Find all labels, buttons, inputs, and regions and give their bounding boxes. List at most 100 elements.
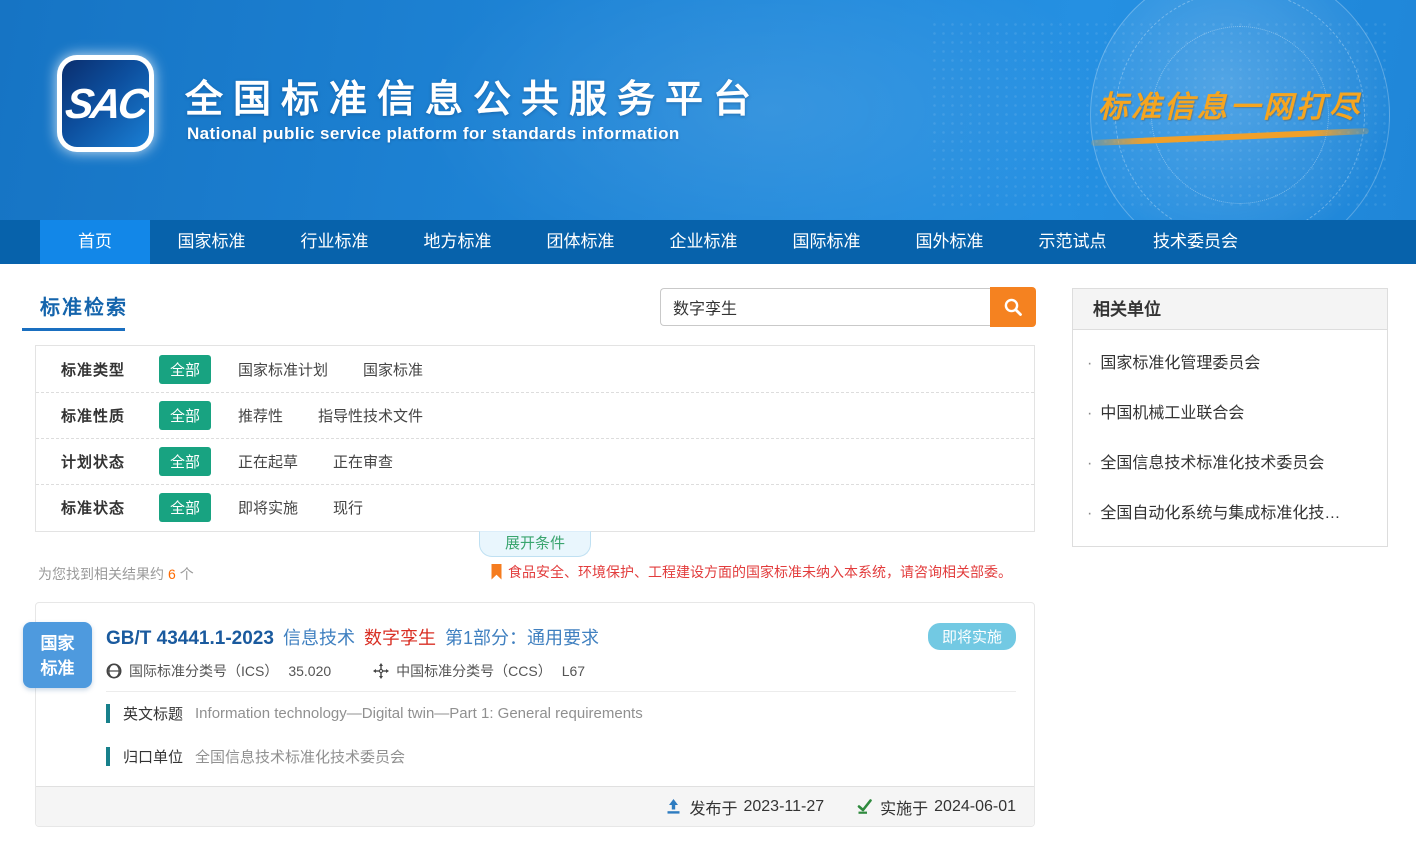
related-units-title: 相关单位 bbox=[1073, 289, 1387, 330]
nav-item-technical-committees[interactable]: 技术委员会 bbox=[1134, 220, 1257, 264]
published-date-group: 发布于 2023-11-27 bbox=[665, 795, 824, 819]
card-footer: 发布于 2023-11-27 实施于 2024-06-01 bbox=[36, 786, 1034, 826]
nav-item-home[interactable]: 首页 bbox=[40, 220, 150, 264]
site-subtitle: National public service platform for sta… bbox=[187, 124, 680, 144]
ics-label: 国际标准分类号（ICS） bbox=[129, 661, 278, 681]
nav-item-local-standards[interactable]: 地方标准 bbox=[396, 220, 519, 264]
result-count: 6 bbox=[168, 566, 176, 582]
globe-icon bbox=[106, 663, 122, 679]
search-input[interactable] bbox=[660, 288, 990, 326]
filter-option[interactable]: 现行 bbox=[333, 497, 363, 518]
implemented-date: 2024-06-01 bbox=[934, 798, 1016, 816]
page-title-underline bbox=[22, 328, 125, 331]
classification-row: 国际标准分类号（ICS） 35.020 中国标准分类号（CCS） L67 bbox=[106, 661, 585, 681]
ics-value: 35.020 bbox=[288, 663, 331, 679]
implement-check-icon bbox=[856, 798, 873, 815]
published-date: 2023-11-27 bbox=[743, 798, 824, 816]
sidebar-item-automation-committee[interactable]: · 全国自动化系统与集成标准化技… bbox=[1073, 486, 1387, 536]
sidebar-item-label: 中国机械工业联合会 bbox=[1100, 405, 1244, 422]
filter-option[interactable]: 正在起草 bbox=[238, 451, 298, 472]
search-icon bbox=[1002, 296, 1024, 318]
implemented-label: 实施于 bbox=[880, 795, 928, 819]
main-nav: 首页 国家标准 行业标准 地方标准 团体标准 企业标准 国际标准 国外标准 示范… bbox=[0, 220, 1416, 264]
ccs-value: L67 bbox=[562, 663, 585, 679]
standard-title-link[interactable]: GB/T 43441.1-2023 信息技术 数字孪生 第1部分：通用要求 bbox=[106, 624, 599, 650]
result-card: 国家 标准 即将实施 GB/T 43441.1-2023 信息技术 数字孪生 第… bbox=[35, 602, 1035, 827]
nav-item-label: 行业标准 bbox=[301, 232, 369, 251]
filter-all-badge[interactable]: 全部 bbox=[159, 447, 211, 476]
nav-item-label: 企业标准 bbox=[670, 232, 738, 251]
bookmark-icon bbox=[491, 564, 502, 580]
expand-conditions-button[interactable]: 展开条件 bbox=[479, 531, 591, 557]
filter-label: 标准性质 bbox=[61, 405, 159, 426]
filter-option[interactable]: 正在审查 bbox=[333, 451, 393, 472]
nav-item-enterprise-standards[interactable]: 企业标准 bbox=[642, 220, 765, 264]
bullet-icon: · bbox=[1087, 505, 1092, 522]
filter-option[interactable]: 推荐性 bbox=[238, 405, 283, 426]
search-button[interactable] bbox=[990, 287, 1036, 327]
sidebar-item-label: 全国信息技术标准化技术委员会 bbox=[1100, 455, 1324, 472]
filter-option[interactable]: 国家标准 bbox=[363, 359, 423, 380]
site-header: SAC 全国标准信息公共服务平台 National public service… bbox=[0, 0, 1416, 220]
filter-all-badge[interactable]: 全部 bbox=[159, 493, 211, 522]
filter-row-standard-type: 标准类型 全部 国家标准计划 国家标准 bbox=[36, 346, 1034, 392]
result-summary-suffix: 个 bbox=[180, 566, 194, 582]
sidebar-item-sac-committee[interactable]: · 国家标准化管理委员会 bbox=[1073, 336, 1387, 386]
sac-logo-inner: SAC bbox=[62, 60, 149, 147]
nav-item-industry-standards[interactable]: 行业标准 bbox=[273, 220, 396, 264]
filter-option[interactable]: 国家标准计划 bbox=[238, 359, 328, 380]
filter-row-standard-nature: 标准性质 全部 推荐性 指导性技术文件 bbox=[36, 392, 1034, 438]
standard-title-highlight: 数字孪生 bbox=[364, 624, 436, 650]
sidebar-item-it-standardization-committee[interactable]: · 全国信息技术标准化技术委员会 bbox=[1073, 436, 1387, 486]
nav-item-label: 示范试点 bbox=[1039, 232, 1107, 251]
notice-text: 食品安全、环境保护、工程建设方面的国家标准未纳入本系统，请咨询相关部委。 bbox=[508, 562, 1012, 582]
nav-item-label: 技术委员会 bbox=[1153, 232, 1238, 251]
status-badge: 即将实施 bbox=[928, 623, 1016, 650]
type-badge-line1: 国家 bbox=[23, 631, 92, 656]
nav-item-label: 国外标准 bbox=[916, 232, 984, 251]
bullet-icon: · bbox=[1087, 355, 1092, 372]
sidebar-item-label: 全国自动化系统与集成标准化技… bbox=[1100, 505, 1340, 522]
nav-item-foreign-standards[interactable]: 国外标准 bbox=[888, 220, 1011, 264]
filter-option[interactable]: 即将实施 bbox=[238, 497, 298, 518]
standard-code: GB/T 43441.1-2023 bbox=[106, 628, 274, 650]
result-summary: 为您找到相关结果约6个 bbox=[38, 564, 194, 584]
standard-type-badge[interactable]: 国家 标准 bbox=[23, 622, 92, 688]
nav-item-national-standards[interactable]: 国家标准 bbox=[150, 220, 273, 264]
page: SAC 全国标准信息公共服务平台 National public service… bbox=[0, 0, 1416, 845]
committee-value: 全国信息技术标准化技术委员会 bbox=[195, 746, 405, 767]
related-units-panel: 相关单位 ·国家标准化管理委员会 ·中国机械工业联合会 ·全国信息技术标准化技术… bbox=[1072, 288, 1388, 547]
english-title-value: Information technology—Digital twin—Part… bbox=[195, 705, 643, 722]
publish-upload-icon bbox=[665, 798, 682, 815]
nav-item-label: 地方标准 bbox=[424, 232, 492, 251]
filter-box: 标准类型 全部 国家标准计划 国家标准 标准性质 全部 推荐性 指导性技术文件 … bbox=[35, 345, 1035, 532]
nav-item-label: 团体标准 bbox=[547, 232, 615, 251]
nav-item-pilot[interactable]: 示范试点 bbox=[1011, 220, 1134, 264]
filter-label: 标准状态 bbox=[61, 497, 159, 518]
filter-label: 计划状态 bbox=[61, 451, 159, 472]
page-title: 标准检索 bbox=[40, 291, 128, 320]
result-summary-prefix: 为您找到相关结果约 bbox=[38, 566, 164, 582]
system-notice: 食品安全、环境保护、工程建设方面的国家标准未纳入本系统，请咨询相关部委。 bbox=[491, 562, 1012, 582]
nav-item-group-standards[interactable]: 团体标准 bbox=[519, 220, 642, 264]
filter-row-standard-status: 标准状态 全部 即将实施 现行 bbox=[36, 484, 1034, 530]
nav-item-label: 国家标准 bbox=[178, 232, 246, 251]
teal-bar-decoration bbox=[106, 747, 110, 766]
sidebar-item-label: 国家标准化管理委员会 bbox=[1100, 355, 1260, 372]
sidebar-item-machinery-federation[interactable]: ·中国机械工业联合会 bbox=[1073, 386, 1387, 436]
filter-all-badge[interactable]: 全部 bbox=[159, 355, 211, 384]
sac-logo[interactable]: SAC bbox=[57, 55, 154, 152]
english-title-row: 英文标题 Information technology—Digital twin… bbox=[106, 703, 643, 724]
published-label: 发布于 bbox=[689, 795, 737, 819]
filter-label: 标准类型 bbox=[61, 359, 159, 380]
filter-row-plan-status: 计划状态 全部 正在起草 正在审查 bbox=[36, 438, 1034, 484]
standard-title-part1: 信息技术 bbox=[283, 624, 355, 650]
slogan-banner: 标准信息一网打尽 bbox=[1080, 82, 1380, 140]
filter-option[interactable]: 指导性技术文件 bbox=[318, 405, 423, 426]
nav-item-international-standards[interactable]: 国际标准 bbox=[765, 220, 888, 264]
nav-item-label: 首页 bbox=[78, 232, 112, 251]
teal-bar-decoration bbox=[106, 704, 110, 723]
filter-all-badge[interactable]: 全部 bbox=[159, 401, 211, 430]
bullet-icon: · bbox=[1087, 455, 1092, 472]
compass-icon bbox=[373, 663, 389, 679]
